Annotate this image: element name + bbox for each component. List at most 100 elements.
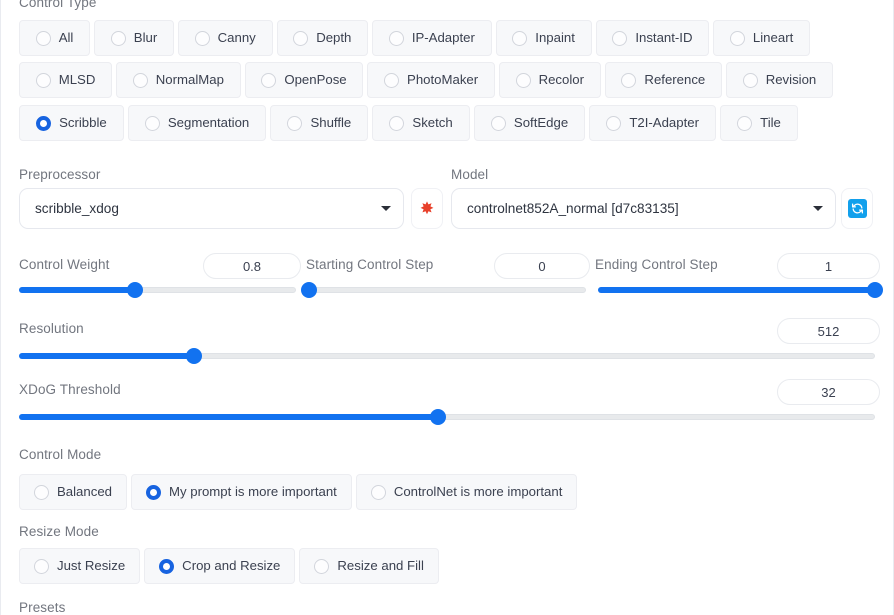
control-type-reference[interactable]: Reference — [604, 62, 722, 98]
radio-label: Sketch — [412, 115, 453, 131]
control-mode-balanced[interactable]: Balanced — [19, 474, 127, 510]
radio-selected-icon — [159, 558, 175, 574]
radio-unselected-icon — [132, 72, 148, 88]
radio-unselected-icon — [621, 72, 637, 88]
control-type-photomaker[interactable]: PhotoMaker — [367, 62, 495, 98]
ending-control-step-slider[interactable] — [598, 282, 883, 298]
radio-label: PhotoMaker — [407, 72, 479, 88]
radio-unselected-icon — [737, 115, 753, 131]
radio-unselected-icon — [606, 115, 622, 131]
control-type-recolor[interactable]: Recolor — [498, 62, 601, 98]
radio-label: T2I-Adapter — [629, 115, 699, 131]
control-type-sketch[interactable]: Sketch — [372, 105, 470, 141]
radio-label: All — [58, 30, 74, 46]
control-type-tile[interactable]: Tile — [720, 105, 798, 141]
preprocessor-label: Preprocessor — [19, 167, 101, 182]
preprocessor-dropdown[interactable]: scribble_xdog — [19, 188, 404, 229]
radio-label: Depth — [316, 30, 352, 46]
run-preprocessor-button[interactable]: ✸ — [411, 188, 443, 229]
radio-unselected-icon — [35, 30, 51, 46]
control-type-softedge[interactable]: SoftEdge — [473, 105, 586, 141]
control-type-blur[interactable]: Blur — [94, 20, 174, 56]
radio-unselected-icon — [370, 484, 386, 500]
resize-mode-label: Resize Mode — [19, 524, 99, 539]
radio-label: Inpaint — [535, 30, 575, 46]
control-weight-slider[interactable] — [19, 282, 296, 298]
control-type-canny[interactable]: Canny — [177, 20, 273, 56]
radio-unselected-icon — [389, 115, 405, 131]
radio-label: Blur — [133, 30, 158, 46]
control-type-normalmap[interactable]: NormalMap — [116, 62, 241, 98]
radio-unselected-icon — [194, 30, 210, 46]
refresh-models-button[interactable] — [841, 188, 873, 229]
resize-mode-just-resize[interactable]: Just Resize — [19, 548, 141, 584]
control-weight-label: Control Weight — [19, 257, 110, 272]
radio-unselected-icon — [34, 558, 49, 574]
slider-thumb[interactable] — [301, 282, 317, 298]
radio-label: Resize and Fill — [337, 558, 424, 574]
starting-control-step-value[interactable]: 0 — [494, 253, 590, 279]
resize-mode-crop-and-resize[interactable]: Crop and Resize — [144, 548, 296, 584]
control-type-segmentation[interactable]: Segmentation — [127, 105, 267, 141]
control-type-lineart[interactable]: Lineart — [713, 20, 810, 56]
resolution-value[interactable]: 512 — [777, 318, 880, 344]
control-mode-my-prompt-is-more-important[interactable]: My prompt is more important — [131, 474, 352, 510]
radio-label: Shuffle — [310, 115, 352, 131]
radio-label: Crop and Resize — [182, 558, 281, 574]
control-type-scribble[interactable]: Scribble — [19, 105, 124, 141]
slider-thumb[interactable] — [430, 409, 447, 425]
radio-unselected-icon — [729, 30, 745, 46]
radio-unselected-icon — [110, 30, 126, 46]
radio-selected-icon — [36, 115, 52, 131]
radio-label: Just Resize — [57, 558, 126, 574]
control-type-revision[interactable]: Revision — [725, 62, 833, 98]
resolution-slider[interactable] — [19, 348, 875, 364]
xdog-threshold-value[interactable]: 32 — [777, 379, 880, 405]
control-type-mlsd[interactable]: MLSD — [19, 62, 113, 98]
refresh-icon — [847, 199, 867, 218]
radio-label: Segmentation — [167, 115, 250, 131]
ending-control-step-value[interactable]: 1 — [777, 253, 880, 279]
radio-label: MLSD — [58, 72, 96, 88]
radio-label: OpenPose — [284, 72, 347, 88]
control-mode-controlnet-is-more-important[interactable]: ControlNet is more important — [355, 474, 578, 510]
radio-label: ControlNet is more important — [393, 484, 563, 500]
resize-mode-resize-and-fill[interactable]: Resize and Fill — [299, 548, 439, 584]
control-type-t2i-adapter[interactable]: T2I-Adapter — [589, 105, 717, 141]
control-type-label: Control Type — [19, 0, 97, 10]
radio-label: IP-Adapter — [411, 30, 475, 46]
control-weight-value[interactable]: 0.8 — [203, 253, 301, 279]
radio-unselected-icon — [287, 115, 303, 131]
resolution-label: Resolution — [19, 321, 84, 336]
slider-track[interactable] — [309, 287, 586, 293]
radio-unselected-icon — [515, 72, 531, 88]
presets-label: Presets — [19, 600, 66, 615]
controlnet-panel: Control Type All Blur Canny Depth IP-Adapter… — [0, 0, 894, 615]
xdog-threshold-slider[interactable] — [19, 409, 875, 425]
radio-label: Reference — [644, 72, 706, 88]
radio-label: SoftEdge — [513, 115, 569, 131]
boom-star-icon: ✸ — [419, 199, 435, 218]
control-type-ip-adapter[interactable]: IP-Adapter — [372, 20, 492, 56]
control-type-openpose[interactable]: OpenPose — [244, 62, 364, 98]
control-type-depth[interactable]: Depth — [276, 20, 369, 56]
slider-thumb[interactable] — [186, 348, 203, 364]
chevron-down-icon — [381, 206, 391, 211]
radio-unselected-icon — [384, 72, 400, 88]
slider-fill — [598, 287, 875, 293]
control-type-all[interactable]: All — [19, 20, 91, 56]
control-type-inpaint[interactable]: Inpaint — [495, 20, 592, 56]
slider-thumb[interactable] — [867, 282, 883, 298]
radio-label: Scribble — [59, 115, 107, 131]
model-label: Model — [451, 167, 489, 182]
radio-unselected-icon — [742, 72, 758, 88]
radio-label: Canny — [217, 30, 256, 46]
control-type-shuffle[interactable]: Shuffle — [270, 105, 369, 141]
radio-label: Recolor — [538, 72, 585, 88]
radio-label: Revision — [765, 72, 817, 88]
model-dropdown[interactable]: controlnet852A_normal [d7c83135] — [451, 188, 836, 229]
slider-thumb[interactable] — [127, 282, 144, 298]
control-type-instant-id[interactable]: Instant-ID — [595, 20, 710, 56]
ending-control-step-label: Ending Control Step — [595, 257, 718, 272]
starting-control-step-slider[interactable] — [301, 282, 586, 298]
